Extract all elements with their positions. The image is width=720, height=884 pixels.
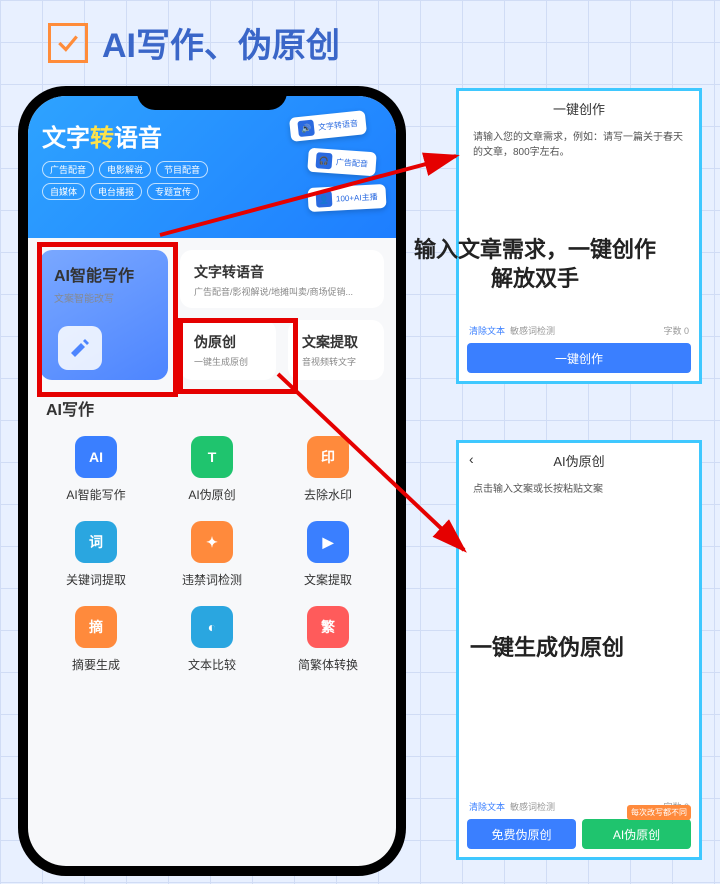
tile-sub: 一键生成原创	[194, 355, 262, 368]
tile-title: AI智能写作	[54, 262, 154, 286]
mini-card: 🔊文字转语音	[289, 110, 367, 142]
tile-sub: 广告配音/影视解说/地摊叫卖/商场促销...	[194, 285, 370, 298]
clear-label: 清除文本	[469, 326, 505, 336]
banner-chips: 广告配音 电影解说 节目配音 自媒体 电台播报 专题宣传	[42, 161, 232, 200]
caption-line: 输入文章需求，一键创作	[414, 236, 656, 265]
mini-card: 🎧广告配音	[307, 148, 377, 177]
tile-sub: 文案智能改写	[54, 290, 154, 305]
banner-title-b: 语音	[114, 125, 162, 152]
panel-footer: 清除文本 敏感词检测 字数 0 每次改写都不同 免费伪原创 AI伪原创	[467, 794, 691, 849]
summary-icon: 摘	[75, 606, 117, 648]
sens-label[interactable]: 敏感词检测	[510, 326, 555, 336]
chip[interactable]: 专题宣传	[147, 183, 199, 200]
panel-placeholder-text[interactable]: 点击输入文案或长按粘贴文案	[459, 478, 699, 501]
avatar-icon: 👤	[316, 191, 333, 208]
app-extract[interactable]: ▶ 文案提取	[270, 521, 386, 588]
mini-card-label: 文字转语音	[317, 117, 358, 132]
app-label: 摘要生成	[72, 656, 120, 673]
star-icon: ✦	[191, 521, 233, 563]
clear-label: 清除文本	[469, 802, 505, 812]
app-forbidden[interactable]: ✦ 违禁词检测	[154, 521, 270, 588]
app-label: 简繁体转换	[298, 656, 358, 673]
word-icon: 词	[75, 521, 117, 563]
tile-title: 文案提取	[302, 332, 370, 352]
chip[interactable]: 电台播报	[90, 183, 142, 200]
clear-text-link[interactable]: 清除文本 敏感词检测	[469, 800, 555, 813]
app-label: 关键词提取	[66, 571, 126, 588]
chip[interactable]: 节目配音	[156, 161, 208, 178]
caption-1: 输入文章需求，一键创作 解放双手	[414, 236, 656, 293]
pencil-icon	[58, 326, 102, 370]
heading-text: AI写作、伪原创	[102, 18, 340, 67]
app-pseudo[interactable]: T AI伪原创	[154, 436, 270, 503]
app-summary[interactable]: 摘摘要生成	[38, 606, 154, 673]
app-grid: AI AI智能写作 T AI伪原创 印去除水印 词关键词提取 ✦ 违禁词检测 ▶ 文案提…	[28, 430, 396, 679]
chip[interactable]: 广告配音	[42, 161, 94, 178]
chip[interactable]: 电影解说	[99, 161, 151, 178]
app-label: 违禁词检测	[182, 571, 242, 588]
tile-tts[interactable]: 文字转语音 广告配音/影视解说/地摊叫卖/商场促销...	[180, 250, 384, 308]
tile-ai-write[interactable]: AI智能写作 文案智能改写	[40, 250, 168, 380]
app-label: 文本比较	[188, 656, 236, 673]
stamp-icon: 印	[307, 436, 349, 478]
tile-sub: 音视频转文字	[302, 355, 370, 368]
panel-title: AI伪原创	[459, 443, 699, 478]
badge: 每次改写都不同	[627, 805, 691, 820]
back-icon[interactable]: ‹	[469, 451, 474, 467]
ai-pseudo-button[interactable]: AI伪原创	[582, 819, 691, 849]
caption-line: 解放双手	[414, 265, 656, 294]
compare-icon: ◐	[191, 606, 233, 648]
char-count: 字数 0	[663, 324, 689, 337]
panel-placeholder-text[interactable]: 请输入您的文章需求，例如：请写一篇关于春天的文章，800字左右。	[459, 126, 699, 164]
checkbox-icon	[48, 23, 88, 63]
ai-icon: AI	[75, 436, 117, 478]
mini-card: 👤100+AI主播	[308, 184, 387, 212]
panel-footer: 清除文本 敏感词检测 字数 0 一键创作	[467, 318, 691, 373]
tile-extract[interactable]: 文案提取 音视频转文字	[288, 320, 384, 380]
caption-2: 一键生成伪原创	[470, 630, 624, 662]
play-icon: ▶	[307, 521, 349, 563]
app-label: 文案提取	[304, 571, 352, 588]
phone-mockup: 文字转语音 广告配音 电影解说 节目配音 自媒体 电台播报 专题宣传 🔊文字转语…	[18, 86, 406, 876]
app-label: 去除水印	[304, 486, 352, 503]
free-pseudo-button[interactable]: 免费伪原创	[467, 819, 576, 849]
banner-cards: 🔊文字转语音 🎧广告配音 👤100+AI主播	[236, 114, 386, 224]
tile-title: 伪原创	[194, 332, 262, 352]
feature-tiles: AI智能写作 文案智能改写 文字转语音 广告配音/影视解说/地摊叫卖/商场促销.…	[28, 238, 396, 392]
chip[interactable]: 自媒体	[42, 183, 85, 200]
app-convert[interactable]: 繁简繁体转换	[270, 606, 386, 673]
app-ai-write[interactable]: AI AI智能写作	[38, 436, 154, 503]
clear-text-link[interactable]: 清除文本 敏感词检测	[469, 324, 555, 337]
headphone-icon: 🎧	[316, 152, 333, 169]
sens-label[interactable]: 敏感词检测	[510, 802, 555, 812]
panel-title: 一键创作	[459, 91, 699, 126]
panel-toolbar: 清除文本 敏感词检测 字数 0	[467, 318, 691, 343]
app-banner: 文字转语音 广告配音 电影解说 节目配音 自媒体 电台播报 专题宣传 🔊文字转语…	[28, 96, 396, 238]
create-button[interactable]: 一键创作	[467, 343, 691, 373]
speaker-icon: 🔊	[297, 120, 315, 138]
banner-title-accent: 转	[90, 125, 114, 152]
app-label: AI智能写作	[66, 486, 125, 503]
app-keyword[interactable]: 词关键词提取	[38, 521, 154, 588]
phone-notch	[137, 86, 287, 110]
convert-icon: 繁	[307, 606, 349, 648]
tile-pseudo[interactable]: 伪原创 一键生成原创	[180, 320, 276, 380]
section-title: AI写作	[28, 392, 396, 430]
tile-title: 文字转语音	[194, 262, 370, 282]
app-label: AI伪原创	[188, 486, 235, 503]
t-icon: T	[191, 436, 233, 478]
app-compare[interactable]: ◐ 文本比较	[154, 606, 270, 673]
app-watermark[interactable]: 印去除水印	[270, 436, 386, 503]
mini-card-label: 广告配音	[336, 156, 369, 169]
page-heading: AI写作、伪原创	[48, 18, 340, 67]
banner-title-a: 文字	[42, 125, 90, 152]
phone-screen: 文字转语音 广告配音 电影解说 节目配音 自媒体 电台播报 专题宣传 🔊文字转语…	[28, 96, 396, 866]
mini-card-label: 100+AI主播	[336, 191, 378, 204]
